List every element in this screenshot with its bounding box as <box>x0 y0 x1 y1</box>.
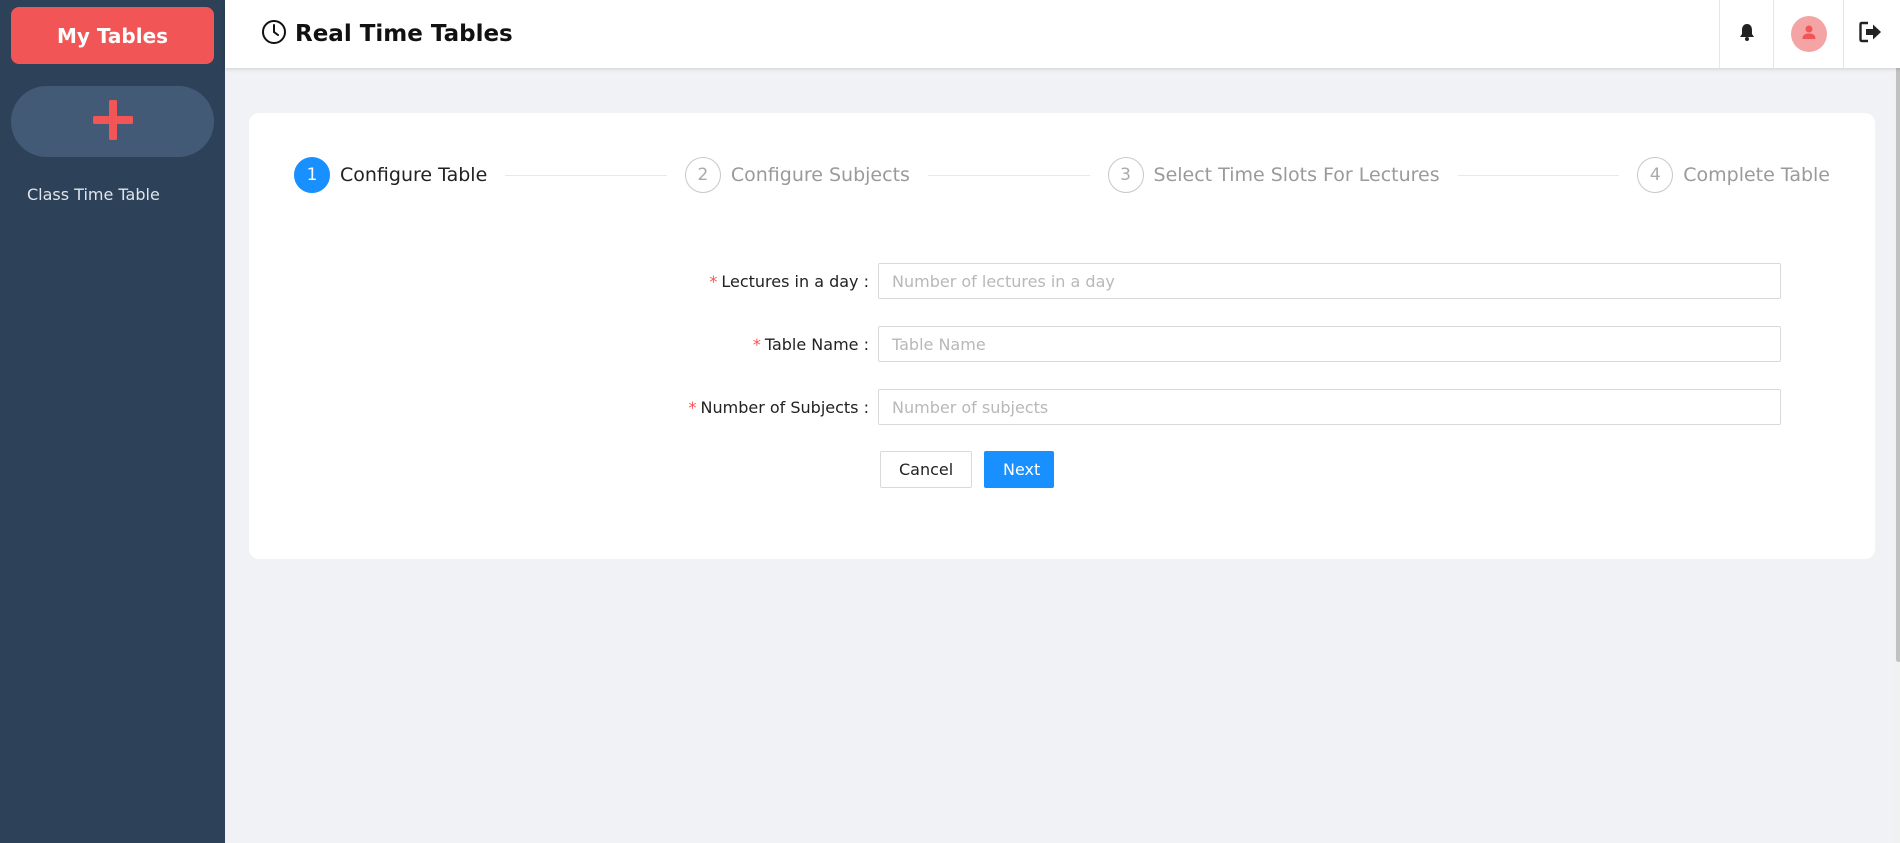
required-mark: * <box>752 334 761 354</box>
table-name-label-text: Table Name <box>764 334 859 354</box>
user-icon <box>1801 24 1817 44</box>
form-row-lectures: * Lectures in a day : <box>294 263 1830 299</box>
add-table-button[interactable] <box>11 86 214 157</box>
step-connector <box>1457 174 1620 176</box>
top-bar: Real Time Tables <box>225 0 1900 68</box>
table-name-label: * Table Name : <box>752 334 869 354</box>
form-actions: Cancel Next <box>294 451 1830 488</box>
step-title: Select Time Slots For Lectures <box>1153 164 1440 186</box>
configure-card: 1 Configure Table 2 Configure Subjects 3… <box>249 113 1875 559</box>
step-connector <box>927 174 1090 176</box>
avatar <box>1790 16 1827 52</box>
step-number: 1 <box>294 157 330 193</box>
steps-bar: 1 Configure Table 2 Configure Subjects 3… <box>294 157 1830 193</box>
page-scrollbar[interactable] <box>1894 0 1900 843</box>
configure-table-form: *Lectures in a day : *Table Name : *Numb… <box>294 263 1830 488</box>
subjects-input[interactable] <box>878 389 1781 425</box>
scrollbar-thumb[interactable] <box>1896 22 1900 662</box>
step-configure-subjects[interactable]: 2 Configure Subjects <box>684 157 910 193</box>
step-number: 4 <box>1637 157 1674 193</box>
plus-icon <box>91 98 135 146</box>
lectures-label: * Lectures in a day : <box>709 271 869 291</box>
step-connector <box>505 174 667 176</box>
step-title: Complete Table <box>1683 164 1830 186</box>
my-tables-button[interactable]: My Tables <box>11 7 214 64</box>
bell-icon <box>1737 22 1757 46</box>
step-number: 2 <box>684 157 721 193</box>
step-title: Configure Subjects <box>730 164 910 186</box>
notifications-button[interactable] <box>1719 0 1773 68</box>
step-complete-table[interactable]: 4 Complete Table <box>1637 157 1830 193</box>
table-name-input[interactable] <box>878 326 1781 362</box>
step-title: Configure Table <box>340 164 488 186</box>
required-mark: * <box>688 397 697 417</box>
my-tables-label: My Tables <box>56 23 169 48</box>
profile-button[interactable] <box>1773 0 1843 68</box>
sidebar: My Tables Class Time Table <box>0 0 225 843</box>
step-configure-table[interactable]: 1 Configure Table <box>294 157 487 193</box>
lectures-input[interactable] <box>878 263 1781 299</box>
main-area: Real Time Tables 1 Configure Table 2 Con… <box>225 0 1900 843</box>
step-number: 3 <box>1107 157 1144 193</box>
page-title: Real Time Tables <box>295 21 513 47</box>
sidebar-item-label: Class Time Table <box>27 185 160 204</box>
app-root: My Tables Class Time Table Real Time Tab… <box>0 0 1900 843</box>
logout-button[interactable] <box>1843 0 1897 68</box>
content-area: 1 Configure Table 2 Configure Subjects 3… <box>225 68 1900 559</box>
required-mark: * <box>709 271 718 291</box>
step-select-time-slots[interactable]: 3 Select Time Slots For Lectures <box>1107 157 1440 193</box>
subjects-label: * Number of Subjects : <box>688 397 870 417</box>
top-actions <box>1719 0 1897 68</box>
lectures-label-text: Lectures in a day <box>721 271 859 291</box>
logout-icon <box>1858 21 1883 47</box>
cancel-button[interactable]: Cancel <box>880 451 972 488</box>
sidebar-item-class-time-table[interactable]: Class Time Table <box>11 185 214 204</box>
next-button[interactable]: Next <box>984 451 1054 488</box>
clock-icon <box>261 19 287 49</box>
form-row-table-name: * Table Name : <box>294 326 1830 362</box>
subjects-label-text: Number of Subjects <box>700 397 859 417</box>
brand: Real Time Tables <box>225 19 513 49</box>
form-row-subjects: * Number of Subjects : <box>294 389 1830 425</box>
